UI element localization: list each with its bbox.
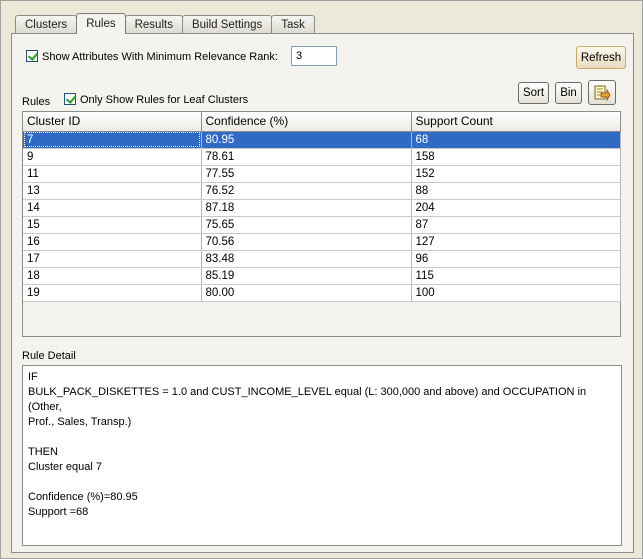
show-attributes-label: Show Attributes With Minimum Relevance R… [42,51,278,63]
cell-support-count: 68 [411,131,621,149]
cell-support-count: 152 [411,165,621,183]
table-row[interactable]: 15 75.65 87 [23,216,621,234]
refresh-button[interactable]: Refresh [576,46,626,69]
tab-bar: Clusters Rules Results Build Settings Ta… [15,13,315,34]
cell-cluster-id: 9 [23,148,202,166]
cell-support-count: 100 [411,284,621,302]
cell-cluster-id: 19 [23,284,202,302]
rule-detail-line: BULK_PACK_DISKETTES = 1.0 and CUST_INCOM… [28,386,590,413]
cell-cluster-id: 14 [23,199,202,217]
show-attributes-option[interactable]: Show Attributes With Minimum Relevance R… [26,50,278,63]
rules-table: Cluster ID Confidence (%) Support Count … [23,112,621,302]
leaf-only-option[interactable]: Only Show Rules for Leaf Clusters [64,93,248,106]
tab-results[interactable]: Results [124,15,183,34]
table-row[interactable]: 7 80.95 68 [23,131,621,149]
table-row[interactable]: 14 87.18 204 [23,199,621,217]
leaf-only-checkbox[interactable] [64,93,76,105]
cell-confidence: 76.52 [201,182,412,200]
cell-support-count: 127 [411,233,621,251]
tab-task[interactable]: Task [271,15,315,34]
rule-detail-line [28,475,616,490]
sort-button[interactable]: Sort [518,82,549,104]
table-row[interactable]: 18 85.19 115 [23,267,621,285]
table-header-row: Cluster ID Confidence (%) Support Count [23,112,621,132]
tab-rules[interactable]: Rules [76,13,126,34]
cell-cluster-id: 7 [23,131,202,149]
cell-confidence: 70.56 [201,233,412,251]
cell-support-count: 96 [411,250,621,268]
cell-confidence: 77.55 [201,165,412,183]
rules-section-label: Rules [22,96,51,108]
cell-cluster-id: 15 [23,216,202,234]
cell-support-count: 87 [411,216,621,234]
column-header-support-count[interactable]: Support Count [411,112,621,132]
cell-confidence: 83.48 [201,250,412,268]
cell-cluster-id: 17 [23,250,202,268]
table-row[interactable]: 11 77.55 152 [23,165,621,183]
column-header-confidence[interactable]: Confidence (%) [201,112,412,132]
tab-clusters[interactable]: Clusters [15,15,78,34]
rule-detail-textarea[interactable]: IF BULK_PACK_DISKETTES = 1.0 and CUST_IN… [22,365,622,546]
cell-confidence: 80.00 [201,284,412,302]
rule-detail-line [28,430,616,445]
export-button[interactable] [588,80,616,105]
cell-cluster-id: 16 [23,233,202,251]
rule-detail-line: Support =68 [28,506,89,518]
cell-support-count: 88 [411,182,621,200]
cell-support-count: 158 [411,148,621,166]
cell-confidence: 87.18 [201,199,412,217]
rules-panel: Show Attributes With Minimum Relevance R… [11,33,634,553]
leaf-only-label: Only Show Rules for Leaf Clusters [80,94,249,106]
rule-detail-line: Prof., Sales, Transp.) [28,416,132,428]
rule-detail-line: IF [28,371,38,383]
table-row[interactable]: 17 83.48 96 [23,250,621,268]
cell-confidence: 85.19 [201,267,412,285]
rule-detail-line: Cluster equal 7 [28,461,102,473]
table-row[interactable]: 19 80.00 100 [23,284,621,302]
rules-window: Clusters Rules Results Build Settings Ta… [0,0,643,559]
show-attributes-checkbox[interactable] [26,50,38,62]
cell-confidence: 78.61 [201,148,412,166]
cell-confidence: 80.95 [201,131,412,149]
rule-detail-label: Rule Detail [22,350,76,362]
tab-build-settings[interactable]: Build Settings [181,15,273,34]
bin-button[interactable]: Bin [555,82,582,104]
cell-support-count: 115 [411,267,621,285]
table-row[interactable]: 16 70.56 127 [23,233,621,251]
cell-cluster-id: 18 [23,267,202,285]
cell-confidence: 75.65 [201,216,412,234]
cell-cluster-id: 11 [23,165,202,183]
table-row[interactable]: 13 76.52 88 [23,182,621,200]
column-header-cluster-id[interactable]: Cluster ID [23,112,202,132]
rules-table-container: Cluster ID Confidence (%) Support Count … [22,111,621,337]
rule-detail-line: Confidence (%)=80.95 [28,491,138,503]
cell-support-count: 204 [411,199,621,217]
cell-cluster-id: 13 [23,182,202,200]
table-row[interactable]: 9 78.61 158 [23,148,621,166]
min-relevance-rank-input[interactable] [291,46,337,66]
export-icon [594,85,611,101]
rule-detail-line: THEN [28,446,58,458]
